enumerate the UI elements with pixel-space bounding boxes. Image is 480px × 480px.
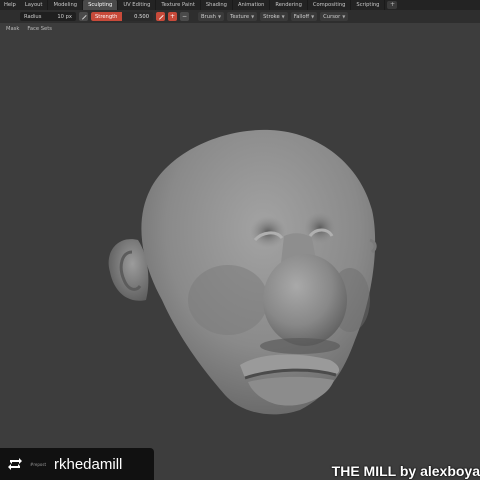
- workspace-bar: Help Layout Modeling Sculpting UV Editin…: [0, 0, 480, 10]
- tab-uv-editing[interactable]: UV Editing: [118, 0, 157, 10]
- tab-shading[interactable]: Shading: [201, 0, 233, 10]
- chevron-down-icon: ▼: [251, 14, 255, 19]
- brush-dropdown[interactable]: Brush ▼: [198, 12, 225, 21]
- viewport[interactable]: [0, 35, 480, 480]
- falloff-dropdown[interactable]: Falloff ▼: [290, 12, 318, 21]
- chevron-down-icon: ▼: [281, 14, 285, 19]
- repost-caption: #repost: [30, 461, 47, 467]
- strength-value: 0.500: [134, 13, 149, 20]
- tab-layout[interactable]: Layout: [20, 0, 49, 10]
- tab-rendering[interactable]: Rendering: [270, 0, 308, 10]
- radius-pressure-icon[interactable]: [79, 12, 88, 21]
- left-cheek: [188, 265, 268, 335]
- sculpt-head: [108, 129, 377, 415]
- tab-sculpting[interactable]: Sculpting: [83, 0, 119, 10]
- tab-animation[interactable]: Animation: [233, 0, 271, 10]
- tab-modeling[interactable]: Modeling: [48, 0, 84, 10]
- menu-help[interactable]: Help: [0, 0, 20, 10]
- face-sets-menu[interactable]: Face Sets: [27, 26, 52, 32]
- repost-icon: [8, 458, 22, 470]
- brush-dropdown-label: Brush: [201, 13, 216, 20]
- credit-text: THE MILL by alexboya: [331, 463, 480, 479]
- left-ear: [108, 239, 149, 301]
- texture-dropdown[interactable]: Texture ▼: [227, 12, 258, 21]
- nose-shadow: [260, 338, 340, 354]
- tab-compositing[interactable]: Compositing: [308, 0, 352, 10]
- strength-slider[interactable]: Strength 0.500: [91, 12, 153, 21]
- tool-settings-bar: Radius 10 px Strength 0.500 + − Brush ▼ T…: [0, 10, 480, 23]
- repost-username[interactable]: rkhedamill: [54, 456, 122, 473]
- radius-field[interactable]: Radius 10 px: [20, 12, 76, 21]
- strength-label: Strength: [95, 13, 118, 20]
- chevron-down-icon: ▼: [311, 14, 315, 19]
- strength-pressure-icon[interactable]: [156, 12, 165, 21]
- stroke-dropdown-label: Stroke: [263, 13, 280, 20]
- texture-dropdown-label: Texture: [230, 13, 250, 20]
- cursor-dropdown-label: Cursor: [323, 13, 341, 20]
- viewport-header: Mask Face Sets: [0, 23, 480, 35]
- chevron-down-icon: ▼: [342, 14, 346, 19]
- nose-tip: [263, 254, 347, 346]
- falloff-dropdown-label: Falloff: [293, 13, 310, 20]
- add-direction-button[interactable]: +: [168, 12, 177, 21]
- chevron-down-icon: ▼: [217, 14, 222, 19]
- mask-menu[interactable]: Mask: [6, 26, 19, 32]
- repost-badge: #repost rkhedamill: [0, 448, 154, 480]
- tab-texture-paint[interactable]: Texture Paint: [156, 0, 201, 10]
- stroke-dropdown[interactable]: Stroke ▼: [260, 12, 288, 21]
- tab-scripting[interactable]: Scripting: [351, 0, 386, 10]
- add-workspace-button[interactable]: +: [387, 1, 398, 9]
- subtract-direction-button[interactable]: −: [180, 12, 189, 21]
- radius-value: 10 px: [57, 13, 72, 20]
- cursor-dropdown[interactable]: Cursor ▼: [320, 12, 349, 21]
- radius-label: Radius: [24, 13, 42, 20]
